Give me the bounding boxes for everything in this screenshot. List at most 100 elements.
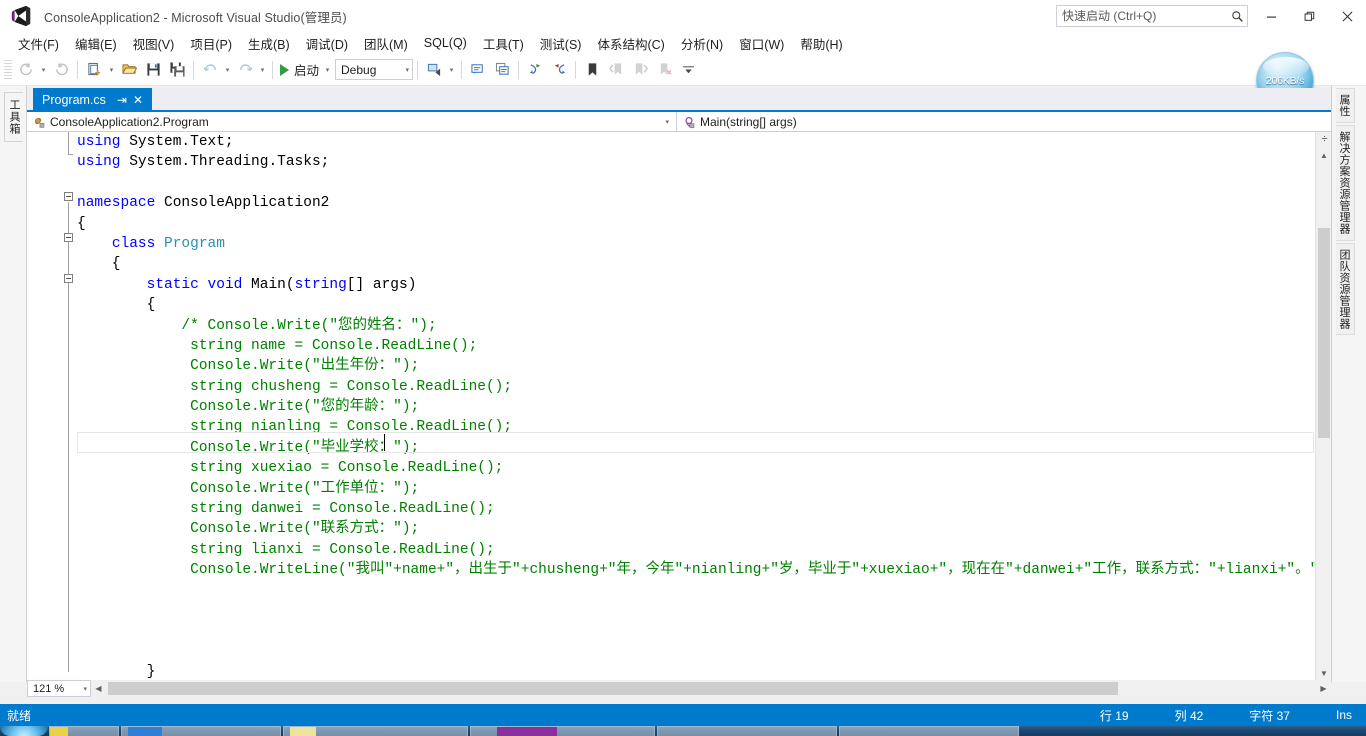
chevron-down-icon[interactable]: ▾ [660,118,674,126]
fold-toggle-namespace[interactable] [64,192,73,201]
code-editor[interactable]: using System.Text; using System.Threading… [27,132,1331,680]
code-line[interactable]: Console.Write("联系方式："); [77,519,1331,539]
navigate-forward-icon[interactable] [49,58,73,82]
new-project-dropdown-icon[interactable]: ▾ [106,58,117,82]
restore-button[interactable] [1290,1,1328,31]
undo-dropdown-icon[interactable]: ▾ [222,58,233,82]
sidebar-item-toolbox[interactable]: 工具箱 [4,92,23,142]
toolbar-overflow-icon[interactable] [676,58,700,82]
chevron-down-icon[interactable]: ▾ [406,66,410,74]
solution-configuration-combo[interactable]: Debug ▾ [335,59,414,80]
code-line[interactable]: Console.WriteLine("我叫"+name+"，出生于"+chush… [77,560,1331,580]
scroll-down-button[interactable]: ▼ [1316,666,1332,680]
menu-item-build[interactable]: 生成(B) [240,32,298,55]
close-button[interactable] [1328,1,1366,31]
menu-item-analyze[interactable]: 分析(N) [673,32,731,55]
scroll-up-button[interactable]: ▲ [1316,148,1332,162]
navigate-back-dropdown-icon[interactable]: ▾ [38,58,49,82]
taskbar-item[interactable] [839,726,1019,736]
code-line[interactable]: string xuexiao = Console.ReadLine(); [77,458,1331,478]
code-line[interactable]: /* Console.Write("您的姓名："); [77,316,1331,336]
bookmark-icon[interactable] [580,58,604,82]
code-line[interactable] [77,173,1331,193]
code-line[interactable] [77,621,1331,641]
sidebar-item-solution-explorer[interactable]: 解决方案资源管理器 [1336,125,1355,241]
code-text[interactable]: using System.Text; using System.Threading… [77,132,1331,680]
outdent-icon[interactable] [547,58,571,82]
horizontal-scroll-thumb[interactable] [108,682,1118,695]
new-project-icon[interactable] [82,58,106,82]
open-file-icon[interactable] [117,58,141,82]
clear-bookmarks-icon[interactable] [652,58,676,82]
start-debug-dropdown-icon[interactable]: ▾ [322,58,333,82]
toolbar-grip[interactable] [4,59,12,80]
code-line[interactable]: Console.Write("出生年份："); [77,356,1331,376]
code-line[interactable] [77,581,1331,601]
redo-dropdown-icon[interactable]: ▾ [257,58,268,82]
code-line[interactable]: { [77,295,1331,315]
code-line[interactable]: using System.Threading.Tasks; [77,152,1331,172]
menu-item-help[interactable]: 帮助(H) [792,32,850,55]
horizontal-scroll-track[interactable] [106,680,1316,697]
undo-icon[interactable] [198,58,222,82]
save-icon[interactable] [141,58,165,82]
menu-item-window[interactable]: 窗口(W) [731,32,792,55]
status-insert-mode[interactable]: Ins [1336,708,1352,722]
quick-launch-box[interactable] [1056,5,1248,27]
member-navigation-combo[interactable]: Main(string[] args) [677,112,1331,132]
previous-bookmark-icon[interactable] [604,58,628,82]
close-icon[interactable]: ✕ [130,94,146,106]
indent-icon[interactable] [523,58,547,82]
scroll-right-button[interactable]: ▶ [1316,680,1331,697]
outlining-margin[interactable] [27,132,77,680]
vertical-scroll-thumb[interactable] [1318,228,1330,438]
code-line[interactable]: Console.Write("您的年龄："); [77,397,1331,417]
code-line[interactable]: string chusheng = Console.ReadLine(); [77,377,1331,397]
code-line[interactable]: namespace ConsoleApplication2 [77,193,1331,213]
code-line[interactable]: string name = Console.ReadLine(); [77,336,1331,356]
scroll-left-button[interactable]: ◀ [91,680,106,697]
taskbar-item[interactable] [470,726,655,736]
minimize-button[interactable] [1252,1,1290,31]
type-navigation-combo[interactable]: ConsoleApplication2.Program ▾ [27,112,677,132]
chevron-down-icon[interactable]: ▾ [83,685,87,693]
code-line[interactable]: string nianling = Console.ReadLine(); [77,417,1331,437]
menu-item-project[interactable]: 项目(P) [182,32,240,55]
next-bookmark-icon[interactable] [628,58,652,82]
menu-item-test[interactable]: 测试(S) [532,32,590,55]
start-debug-button[interactable]: 启动 [277,58,322,82]
menu-item-edit[interactable]: 编辑(E) [67,32,125,55]
sidebar-item-team-explorer[interactable]: 团队资源管理器 [1336,242,1355,335]
search-icon[interactable] [1227,6,1247,26]
menu-item-sql[interactable]: SQL(Q) [416,34,475,52]
split-view-handle[interactable]: ÷ [1319,134,1330,146]
code-line[interactable]: { [77,214,1331,234]
code-line[interactable]: using System.Text; [77,132,1331,152]
quick-launch-input[interactable] [1057,6,1227,26]
start-button-icon[interactable] [0,726,48,736]
code-line[interactable]: } [77,662,1331,680]
navigate-back-icon[interactable] [14,58,38,82]
code-line[interactable]: class Program [77,234,1331,254]
uncomment-selection-icon[interactable] [490,58,514,82]
sidebar-item-properties[interactable]: 属性 [1336,88,1355,123]
attach-dropdown-icon[interactable]: ▾ [446,58,457,82]
tab-program-cs[interactable]: Program.cs ⇥ ✕ [33,88,153,112]
taskbar-item[interactable] [121,726,281,736]
menu-item-debug[interactable]: 调试(D) [298,32,356,55]
code-line[interactable]: string lianxi = Console.ReadLine(); [77,540,1331,560]
fold-toggle-method[interactable] [64,274,73,283]
code-line[interactable]: Console.Write("毕业学校："); [77,438,1331,458]
menu-item-architecture[interactable]: 体系结构(C) [589,32,672,55]
zoom-level-combo[interactable]: 121 % ▾ [27,680,91,697]
menu-item-view[interactable]: 视图(V) [125,32,183,55]
code-line[interactable]: Console.Write("工作单位："); [77,479,1331,499]
code-line[interactable] [77,601,1331,621]
code-line[interactable]: string danwei = Console.ReadLine(); [77,499,1331,519]
menu-item-file[interactable]: 文件(F) [10,32,67,55]
taskbar-item[interactable] [657,726,837,736]
comment-selection-icon[interactable] [466,58,490,82]
code-line[interactable]: { [77,254,1331,274]
fold-toggle-class[interactable] [64,233,73,242]
menu-item-tools[interactable]: 工具(T) [475,32,532,55]
